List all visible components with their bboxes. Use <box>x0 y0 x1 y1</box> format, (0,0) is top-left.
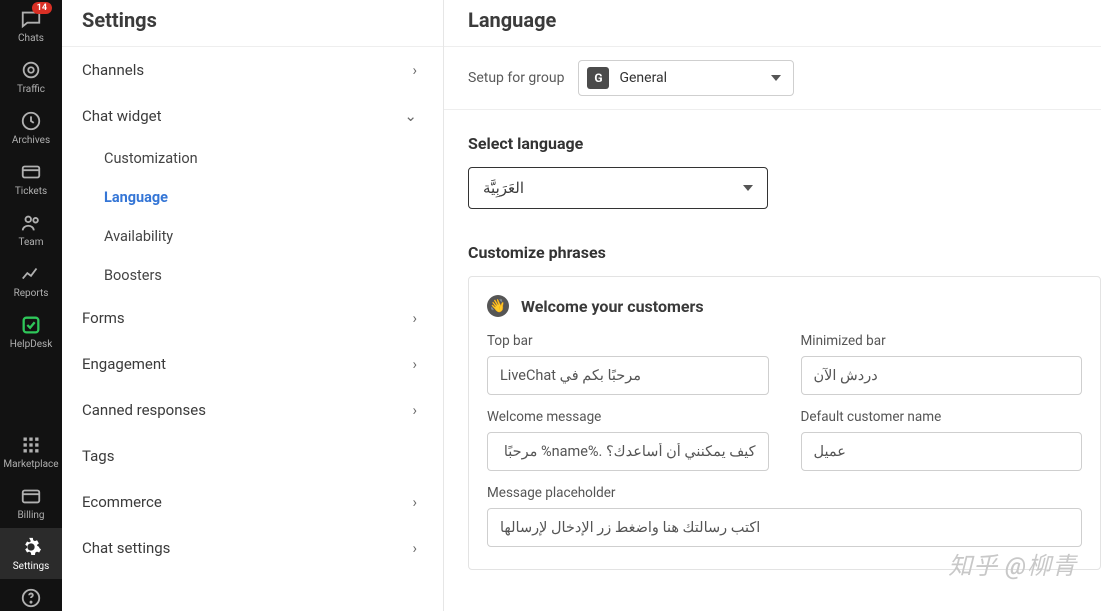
help-icon <box>20 587 42 609</box>
menu-tags[interactable]: Tags <box>62 433 439 479</box>
placeholder-input[interactable] <box>487 508 1082 547</box>
caret-down-icon <box>743 185 753 191</box>
selected-language: العَرَبِيَّة <box>483 179 524 197</box>
language-select[interactable]: العَرَبِيَّة <box>468 167 768 209</box>
rail-team[interactable]: Team <box>0 204 62 255</box>
customize-title: Customize phrases <box>468 243 1101 262</box>
settings-column: Settings Channels › Chat widget ⌄ Custom… <box>62 0 444 611</box>
default-name-label: Default customer name <box>801 409 1083 425</box>
welcome-card: 👋 Welcome your customers Top bar Minimiz… <box>468 276 1101 570</box>
marketplace-icon <box>20 434 42 456</box>
menu-ecommerce[interactable]: Ecommerce › <box>62 479 439 525</box>
chevron-right-icon: › <box>412 401 417 419</box>
rail-billing[interactable]: Billing <box>0 477 62 528</box>
menu-chat-settings[interactable]: Chat settings › <box>62 525 439 571</box>
menu-engagement[interactable]: Engagement › <box>62 341 439 387</box>
settings-icon <box>20 536 42 558</box>
settings-title: Settings <box>62 0 443 46</box>
menu-chat-widget[interactable]: Chat widget ⌄ <box>62 93 439 139</box>
rail-marketplace[interactable]: Marketplace <box>0 426 62 477</box>
panel-title: Language <box>444 0 1101 46</box>
group-bar: Setup for group G General <box>444 46 1101 110</box>
welcome-input[interactable] <box>487 432 769 471</box>
rail-chats[interactable]: 14 Chats <box>0 0 62 51</box>
chevron-right-icon: › <box>412 493 417 511</box>
reports-icon <box>20 263 42 285</box>
minimized-input[interactable] <box>801 356 1083 395</box>
menu-channels[interactable]: Channels › <box>62 47 439 93</box>
placeholder-label: Message placeholder <box>487 485 1082 501</box>
settings-menu: Channels › Chat widget ⌄ Customization L… <box>62 46 443 611</box>
rail-reports[interactable]: Reports <box>0 255 62 306</box>
group-name: General <box>619 70 667 86</box>
welcome-label: Welcome message <box>487 409 769 425</box>
rail-archives[interactable]: Archives <box>0 102 62 153</box>
menu-forms[interactable]: Forms › <box>62 295 439 341</box>
top-bar-label: Top bar <box>487 333 769 349</box>
team-icon <box>20 212 42 234</box>
helpdesk-icon <box>20 314 42 336</box>
default-name-input[interactable] <box>801 432 1083 471</box>
select-language-title: Select language <box>468 134 1101 153</box>
tickets-icon <box>20 161 42 183</box>
panel-body: Select language العَرَبِيَّة Customize p… <box>444 110 1101 611</box>
sub-availability[interactable]: Availability <box>84 217 439 256</box>
nav-rail: 14 Chats Traffic Archives Tickets Team R… <box>0 0 62 611</box>
caret-down-icon <box>771 75 781 81</box>
traffic-icon <box>20 59 42 81</box>
rail-help[interactable] <box>0 579 62 611</box>
submenu-chat-widget: Customization Language Availability Boos… <box>62 139 439 295</box>
rail-traffic[interactable]: Traffic <box>0 51 62 102</box>
chevron-right-icon: › <box>412 309 417 327</box>
rail-settings[interactable]: Settings <box>0 528 62 579</box>
sub-customization[interactable]: Customization <box>84 139 439 178</box>
chevron-right-icon: › <box>412 539 417 557</box>
chevron-right-icon: › <box>412 61 417 79</box>
group-select[interactable]: G General <box>578 60 794 96</box>
billing-icon <box>20 485 42 507</box>
rail-tickets[interactable]: Tickets <box>0 153 62 204</box>
chevron-down-icon: ⌄ <box>404 107 417 125</box>
menu-canned[interactable]: Canned responses › <box>62 387 439 433</box>
wave-icon: 👋 <box>487 295 509 317</box>
content-panel: Language Setup for group G General Selec… <box>444 0 1101 611</box>
card-header: 👋 Welcome your customers <box>487 295 1082 317</box>
archives-icon <box>20 110 42 132</box>
group-label: Setup for group <box>468 70 564 86</box>
sub-language[interactable]: Language <box>84 178 439 217</box>
rail-helpdesk[interactable]: HelpDesk <box>0 306 62 357</box>
minimized-label: Minimized bar <box>801 333 1083 349</box>
group-badge: G <box>587 67 609 89</box>
chats-badge: 14 <box>32 2 52 14</box>
sub-boosters[interactable]: Boosters <box>84 256 439 295</box>
chevron-right-icon: › <box>412 355 417 373</box>
top-bar-input[interactable] <box>487 356 769 395</box>
